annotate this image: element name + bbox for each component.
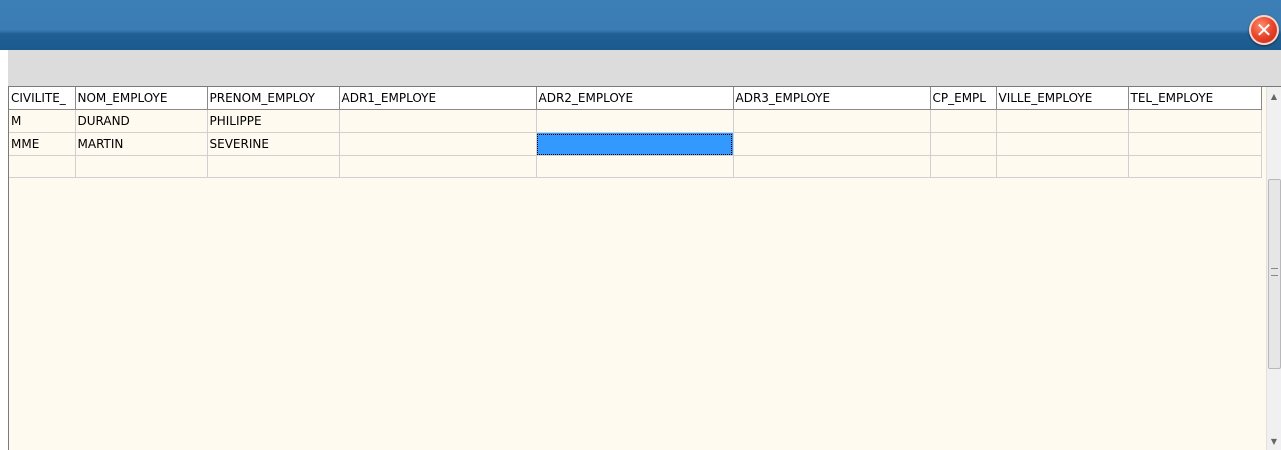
table-cell[interactable] [9,155,76,178]
table-cell[interactable] [536,109,734,133]
table-cell[interactable]: SEVERINE [207,132,340,156]
table-cell[interactable] [75,155,208,178]
table-cell[interactable] [339,155,537,178]
table-cell[interactable] [733,155,931,178]
table-cell[interactable] [733,132,931,156]
table-cell[interactable] [996,109,1129,133]
column-header-civilite[interactable]: CIVILITE_ [9,87,76,110]
table-row-new [9,155,1262,178]
table-cell[interactable] [1128,109,1262,133]
table-cell[interactable]: MARTIN [75,132,208,156]
table-cell[interactable]: MME [9,132,76,156]
column-header-ville-employe[interactable]: VILLE_EMPLOYE [996,87,1129,110]
table-cell[interactable] [996,132,1129,156]
table-cell[interactable] [339,132,537,156]
table-cell[interactable] [339,109,537,133]
column-header-prenom-employe[interactable]: PRENOM_EMPLOY [207,87,340,110]
table-cell[interactable] [930,155,997,178]
scroll-thumb[interactable] [1268,179,1281,369]
table-row: M DURAND PHILIPPE [9,109,1262,133]
column-header-adr3-employe[interactable]: ADR3_EMPLOYE [733,87,931,110]
employee-grid[interactable]: CIVILITE_ NOM_EMPLOYE PRENOM_EMPLOY ADR1… [8,86,1281,450]
table-cell[interactable] [1128,155,1262,178]
vertical-scrollbar[interactable]: ▲ ▼ [1266,87,1281,450]
window-titlebar: ✕ [0,0,1281,50]
table-cell[interactable]: M [9,109,76,133]
table-cell[interactable] [536,155,734,178]
data-table: CIVILITE_ NOM_EMPLOYE PRENOM_EMPLOY ADR1… [9,87,1262,178]
selected-cell[interactable] [536,132,734,156]
table-row: MME MARTIN SEVERINE [9,132,1262,156]
grip-icon [1271,268,1278,276]
table-cell[interactable]: PHILIPPE [207,109,340,133]
table-cell[interactable]: DURAND [75,109,208,133]
column-header-tel-employe[interactable]: TEL_EMPLOYE [1128,87,1262,110]
column-header-nom-employe[interactable]: NOM_EMPLOYE [75,87,208,110]
table-cell[interactable] [1128,132,1262,156]
column-header-adr2-employe[interactable]: ADR2_EMPLOYE [536,87,734,110]
column-header-adr1-employe[interactable]: ADR1_EMPLOYE [339,87,537,110]
scroll-down-icon[interactable]: ▼ [1267,434,1281,450]
toolbar [8,50,1281,86]
table-cell[interactable] [996,155,1129,178]
close-icon[interactable]: ✕ [1249,15,1279,45]
header-row: CIVILITE_ NOM_EMPLOYE PRENOM_EMPLOY ADR1… [9,87,1262,110]
table-cell[interactable] [207,155,340,178]
table-cell[interactable] [930,109,997,133]
table-cell[interactable] [930,132,997,156]
scroll-up-icon[interactable]: ▲ [1267,89,1281,105]
table-cell[interactable] [733,109,931,133]
column-header-cp-employe[interactable]: CP_EMPL [930,87,997,110]
